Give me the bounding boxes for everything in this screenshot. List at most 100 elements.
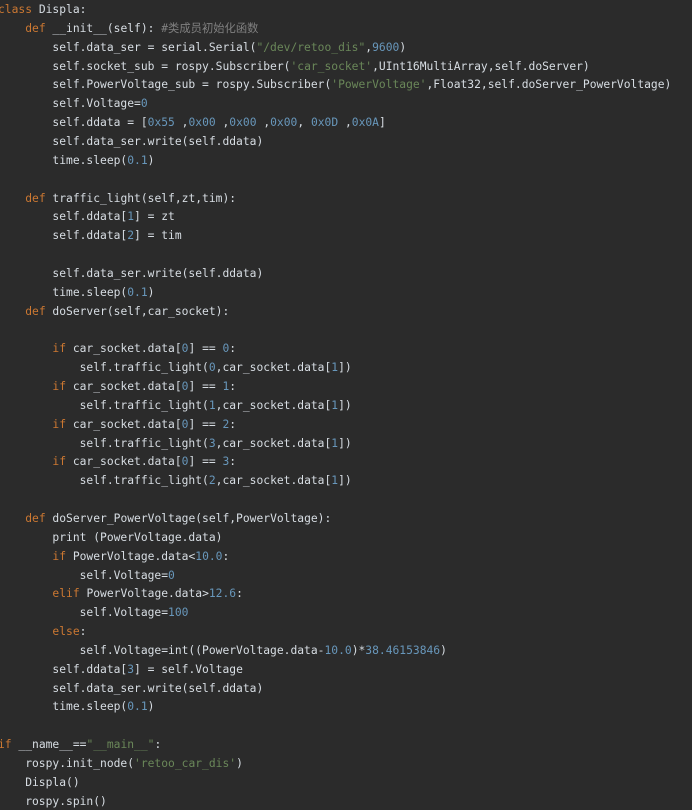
code-line: if car_socket.data[0] == 2:	[0, 416, 236, 434]
code-token: ] ==	[188, 417, 223, 431]
code-token: self.ddata[	[0, 210, 128, 224]
code-token: self.traffic_light(	[0, 398, 209, 412]
code-token: )*	[351, 643, 366, 657]
code-line: class Displa:	[0, 1, 86, 19]
code-token: :	[154, 738, 162, 752]
code-token: ] ==	[188, 342, 223, 356]
code-token: ])	[338, 361, 352, 375]
code-token: ] ==	[188, 380, 223, 393]
code-token: )	[147, 700, 155, 714]
code-line: if PowerVoltage.data<10.0:	[0, 548, 229, 566]
code-token: :	[236, 587, 243, 601]
code-token: 0x0D	[310, 116, 339, 130]
code-token: PowerVoltage.data<	[66, 549, 196, 563]
code-line: def traffic_light(self,zt,tim):	[0, 190, 236, 208]
code-token: 'retoo_car_dis'	[134, 757, 237, 770]
code-token: ] ==	[188, 455, 223, 469]
code-token: 10.0	[324, 643, 352, 657]
code-token: 'PowerVoltage'	[331, 78, 427, 92]
code-token: def	[25, 304, 46, 318]
code-token: 0.1	[127, 153, 148, 167]
code-token: ,car_socket.data[	[215, 361, 332, 375]
code-token: ])	[338, 398, 352, 412]
code-token: ] = tim	[134, 229, 182, 243]
code-token: 0x0A	[351, 116, 379, 130]
code-token: elif	[52, 587, 80, 601]
code-token: Displa()	[0, 775, 80, 789]
code-token: Displa:	[32, 3, 87, 16]
code-token: def	[25, 21, 46, 35]
code-line: Displa()	[0, 774, 80, 792]
code-token: self.Voltage=	[0, 568, 169, 582]
code-token: )	[147, 153, 155, 167]
code-token: self.data_ser.write(self.ddata)	[0, 681, 264, 695]
code-token: 3	[208, 436, 216, 450]
code-token: ,	[338, 116, 352, 130]
code-token: self.data_ser.write(self.ddata)	[0, 266, 264, 280]
code-line: self.data_ser = serial.Serial("/dev/reto…	[0, 39, 406, 57]
code-line: self.data_ser.write(self.ddata)	[0, 133, 263, 151]
code-token: )	[147, 285, 155, 299]
code-token: 100	[168, 606, 189, 620]
code-token: self.Voltage=	[0, 606, 169, 620]
code-token: ,Float32,self.doServer_PowerVoltage)	[426, 78, 672, 92]
code-token: ] = self.Voltage	[134, 662, 243, 676]
code-token: 0	[208, 361, 216, 375]
code-token: if	[52, 380, 67, 393]
code-token: self.traffic_light(	[0, 474, 209, 488]
code-line: self.data_ser.write(self.ddata)	[0, 265, 263, 283]
code-token: self.traffic_light(	[0, 361, 209, 375]
code-token: 2	[208, 474, 216, 488]
code-token: 38.46153846	[365, 643, 441, 657]
code-token: 0.1	[127, 700, 148, 714]
code-token: 0	[168, 568, 175, 582]
code-token: 10.0	[195, 549, 223, 563]
code-line: self.traffic_light(3,car_socket.data[1])	[0, 435, 352, 453]
code-line: if car_socket.data[0] == 3:	[0, 453, 236, 471]
code-token: if	[0, 738, 12, 752]
code-line: self.traffic_light(0,car_socket.data[1])	[0, 359, 352, 377]
code-token: ,car_socket.data[	[215, 474, 332, 488]
code-token: 0x55	[147, 116, 175, 130]
code-token: ,	[215, 116, 230, 130]
code-token: rospy.spin()	[0, 794, 107, 808]
code-token: self.ddata[	[0, 662, 128, 676]
code-line: def doServer(self,car_socket):	[0, 303, 229, 321]
code-token: if	[52, 342, 67, 356]
code-token: if	[52, 455, 67, 469]
code-token: "/dev/retoo_dis"	[256, 40, 366, 54]
code-token: :	[229, 342, 237, 356]
code-token: 0x00	[188, 116, 216, 130]
code-token: ] = zt	[134, 210, 175, 224]
code-token: 0	[140, 97, 148, 111]
code-token: ,	[256, 116, 271, 130]
code-token: self.Voltage=int((PowerVoltage.data-	[0, 643, 325, 657]
code-line: print (PowerVoltage.data)	[0, 529, 222, 547]
code-token: traffic_light(self,zt,tim):	[45, 191, 237, 205]
code-line: self.PowerVoltage_sub = rospy.Subscriber…	[0, 76, 671, 94]
code-token: 0x00	[270, 116, 298, 130]
code-token: class	[0, 3, 33, 16]
code-token: 0.1	[127, 285, 148, 299]
code-token: )	[440, 643, 447, 657]
code-editor[interactable]: class Displa: def __init__(self): #类成员初始…	[0, 0, 692, 810]
code-token: if	[52, 549, 67, 563]
code-line: def __init__(self): #类成员初始化函数	[0, 20, 258, 38]
code-token: 0x00	[229, 116, 257, 130]
code-line: else:	[0, 623, 86, 641]
code-token: "__main__"	[86, 738, 155, 752]
code-token: ,car_socket.data[	[215, 398, 332, 412]
code-token: ,	[174, 116, 189, 130]
code-token: self.data_ser.write(self.ddata)	[0, 134, 264, 148]
code-token: self.data_ser = serial.Serial(	[0, 40, 257, 54]
code-line: rospy.spin()	[0, 793, 107, 810]
